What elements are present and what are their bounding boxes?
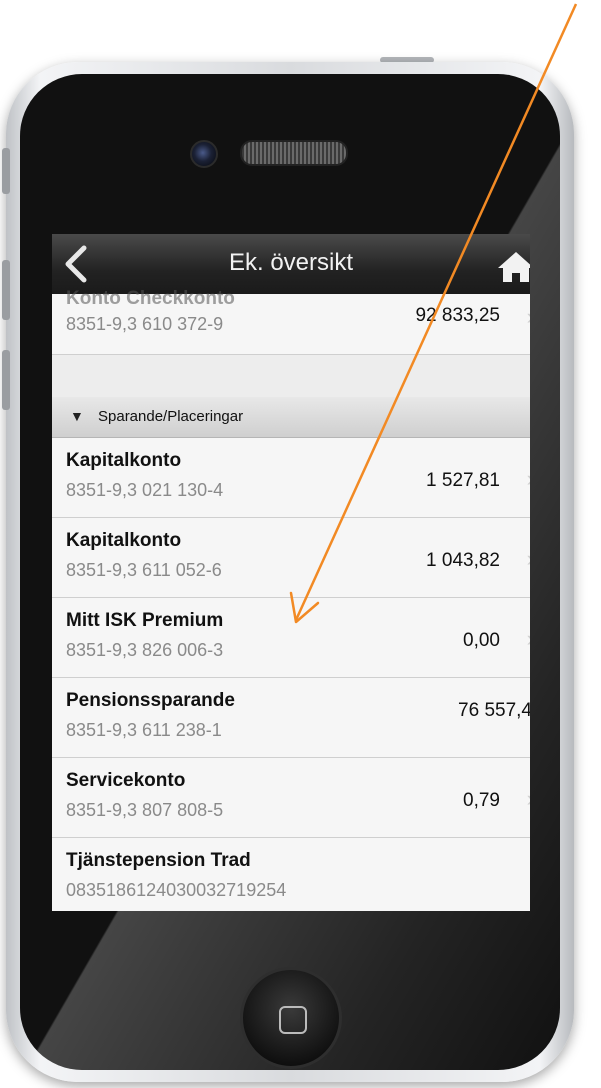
volume-down-button — [2, 350, 10, 410]
account-number: 8351-9,3 611 238-1 — [66, 720, 222, 740]
home-square-icon — [279, 1006, 307, 1034]
section-header[interactable]: ▼ Sparande/Placeringar — [52, 397, 530, 438]
mute-switch — [2, 148, 10, 194]
account-number: 0835186124030032719254 — [66, 880, 287, 900]
disclosure-triangle-icon: ▼ — [70, 408, 84, 424]
account-number: 8351-9,3 826 006-3 — [66, 640, 224, 660]
chevron-right-icon: › — [527, 466, 530, 492]
account-name: Kapitalkonto — [66, 530, 182, 551]
list-item[interactable]: Tjänstepension Trad 08351861240300327192… — [52, 838, 530, 911]
account-number: 8351-9,3 807 808-5 — [66, 800, 224, 820]
volume-up-button — [2, 260, 10, 320]
account-name: Konto Checkkonto — [66, 288, 235, 309]
navigation-bar: Ek. översikt — [52, 234, 530, 296]
chevron-right-icon: › — [527, 626, 530, 652]
list-item[interactable]: Servicekonto 8351-9,3 807 808-5 0,79 › — [52, 758, 530, 838]
chevron-right-icon: › — [527, 304, 530, 330]
home-button[interactable] — [240, 967, 342, 1069]
account-balance: 76 557,4 — [458, 700, 530, 721]
account-number: 8351-9,3 021 130-4 — [66, 480, 224, 500]
account-balance: 0,00 — [463, 630, 500, 651]
list-item[interactable]: Kapitalkonto 8351-9,3 611 052-6 1 043,82… — [52, 518, 530, 598]
account-name: Tjänstepension Trad — [66, 850, 251, 871]
account-balance: 1 043,82 — [426, 550, 500, 571]
page-title: Ek. översikt — [228, 249, 354, 276]
chevron-right-icon: › — [527, 786, 530, 812]
earpiece-speaker — [240, 140, 348, 166]
section-label: Sparande/Placeringar — [98, 408, 244, 425]
camera-icon — [190, 140, 218, 168]
chevron-right-icon: › — [527, 546, 530, 572]
account-name: Mitt ISK Premium — [66, 610, 224, 631]
app-screen: Ek. översikt Konto Checkkonto 8351-9,3 6… — [52, 234, 530, 911]
account-balance: 1 527,81 — [426, 470, 500, 491]
section-spacer — [52, 355, 530, 398]
account-number: 8351-9,3 611 052-6 — [66, 560, 222, 580]
account-number: 8351-9,3 610 372-9 — [66, 314, 224, 334]
account-name: Pensionssparande — [66, 690, 235, 711]
list-item[interactable]: Kapitalkonto 8351-9,3 021 130-4 1 527,81… — [52, 438, 530, 518]
list-item[interactable]: Mitt ISK Premium 8351-9,3 826 006-3 0,00… — [52, 598, 530, 678]
account-name: Servicekonto — [66, 770, 186, 791]
list-item[interactable]: Konto Checkkonto 8351-9,3 610 372-9 92 8… — [52, 288, 530, 355]
account-balance: 92 833,25 — [415, 305, 500, 326]
home-icon[interactable] — [496, 246, 530, 286]
list-item[interactable]: Pensionssparande 8351-9,3 611 238-1 76 5… — [52, 678, 530, 758]
account-balance: 0,79 — [463, 790, 500, 811]
account-name: Kapitalkonto — [66, 450, 182, 471]
